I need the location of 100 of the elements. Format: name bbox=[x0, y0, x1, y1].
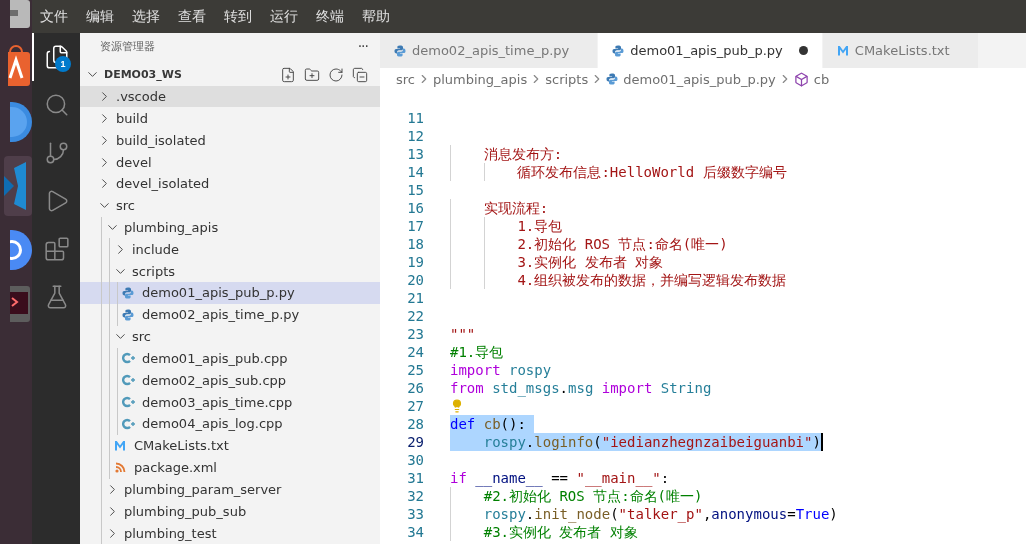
tab-label: demo02_apis_time_p.py bbox=[412, 43, 570, 58]
cmake-file-icon bbox=[836, 45, 849, 56]
code-line: 循环发布信息:HelloWorld 后缀数字编号 bbox=[516, 163, 787, 181]
folder-row[interactable]: plumbing_test bbox=[80, 522, 380, 544]
code-line: """ bbox=[450, 325, 476, 343]
code-line: 实现流程: bbox=[482, 199, 549, 217]
breadcrumb-item[interactable]: cb bbox=[793, 71, 830, 87]
tab-label: demo01_apis_pub_p.py bbox=[630, 43, 783, 58]
file-name: CMakeLists.txt bbox=[134, 438, 229, 454]
line-number: 18 bbox=[406, 236, 424, 252]
file-row[interactable]: package.xml bbox=[80, 456, 380, 479]
cpp-file-icon bbox=[121, 396, 135, 409]
file-row[interactable]: demo02_apis_sub.cpp bbox=[80, 369, 380, 392]
browser-icon[interactable] bbox=[10, 228, 32, 272]
line-number: 30 bbox=[406, 452, 424, 468]
code-line: from std_msgs.msg import String bbox=[450, 379, 712, 397]
folder-row[interactable]: build_isolated bbox=[80, 129, 380, 152]
menu-item[interactable]: 文件 bbox=[34, 7, 74, 26]
folder-name: plumbing_apis bbox=[124, 220, 219, 235]
folder-row[interactable]: devel bbox=[80, 151, 380, 173]
files-icon bbox=[44, 44, 70, 70]
folder-name: plumbing_pub_sub bbox=[124, 503, 247, 519]
code-line: if __name__ == "__main__": bbox=[450, 469, 670, 487]
folder-row[interactable]: src bbox=[80, 325, 380, 348]
code-line: #1.导包 bbox=[450, 343, 504, 361]
file-row[interactable]: demo04_apis_log.cpp bbox=[80, 413, 380, 435]
menu-item[interactable]: 查看 bbox=[172, 7, 212, 26]
line-number: 24 bbox=[406, 344, 424, 360]
folder-row[interactable]: devel_isolated bbox=[80, 172, 380, 195]
file-row[interactable]: demo01_apis_pub_p.py bbox=[80, 282, 380, 304]
menu-item[interactable]: 编辑 bbox=[80, 7, 120, 26]
panel-title: 资源管理器 bbox=[100, 38, 155, 54]
terminal-icon[interactable] bbox=[10, 284, 32, 324]
code-editor-icon[interactable] bbox=[4, 156, 32, 216]
folder-row[interactable]: .vscode bbox=[80, 85, 380, 108]
editor-tab[interactable]: demo02_apis_time_p.py bbox=[380, 33, 599, 68]
folder-name: include bbox=[132, 241, 180, 257]
cmake-file-icon bbox=[114, 440, 126, 452]
folder-name: src bbox=[116, 198, 135, 214]
editor-tab[interactable]: demo01_apis_pub_p.py bbox=[598, 33, 823, 68]
breadcrumb-item[interactable]: demo01_apis_pub_p.py bbox=[606, 71, 776, 87]
line-number: 19 bbox=[406, 254, 424, 270]
line-number: 29 bbox=[406, 434, 424, 450]
code-line: #3.实例化 发布者 对象 bbox=[482, 523, 638, 541]
breadcrumb-item[interactable]: scripts bbox=[545, 71, 589, 87]
shopping-bag-icon[interactable] bbox=[8, 44, 32, 88]
line-number: 12 bbox=[406, 128, 424, 144]
new-file-icon[interactable] bbox=[280, 66, 296, 83]
file-name: package.xml bbox=[134, 460, 217, 476]
file-row[interactable]: demo01_apis_pub.cpp bbox=[80, 347, 380, 370]
workspace-row[interactable]: DEMO03_WS bbox=[80, 63, 380, 86]
file-name: demo02_apis_sub.cpp bbox=[142, 372, 287, 388]
folder-name: src bbox=[132, 329, 151, 345]
code-line: 消息发布方: bbox=[482, 145, 563, 163]
cpp-file-icon bbox=[121, 374, 135, 387]
python-icon bbox=[606, 73, 619, 85]
file-name: demo04_apis_log.cpp bbox=[142, 416, 283, 432]
folder-row[interactable]: scripts bbox=[80, 260, 380, 283]
folder-name: plumbing_test bbox=[124, 525, 217, 541]
code-line: 2.初始化 ROS 节点:命名(唯一) bbox=[516, 235, 728, 253]
menu-item[interactable]: 运行 bbox=[264, 7, 304, 26]
file-row[interactable]: demo02_apis_time_p.py bbox=[80, 303, 380, 326]
breadcrumb-item[interactable]: src bbox=[396, 71, 415, 87]
rss-file-icon bbox=[114, 462, 126, 474]
menu-item[interactable]: 转到 bbox=[218, 7, 258, 26]
workspace-name: DEMO03_WS bbox=[104, 68, 183, 82]
folder-row[interactable]: build bbox=[80, 107, 380, 130]
breadcrumb-item[interactable]: plumbing_apis bbox=[433, 71, 528, 87]
new-folder-icon[interactable] bbox=[304, 66, 320, 83]
file-name: demo02_apis_time_p.py bbox=[142, 307, 300, 323]
python-icon bbox=[612, 44, 625, 57]
folder-row[interactable]: plumbing_pub_sub bbox=[80, 500, 380, 523]
menu-item[interactable]: 终端 bbox=[310, 7, 350, 26]
folder-name: build bbox=[116, 110, 148, 126]
menu-item[interactable]: 帮助 bbox=[356, 7, 396, 26]
more-actions[interactable]: ··· bbox=[357, 38, 368, 55]
code-line: 1.导包 bbox=[516, 217, 563, 235]
file-row[interactable]: CMakeLists.txt bbox=[80, 434, 380, 457]
python-icon bbox=[122, 308, 134, 321]
python-icon bbox=[394, 44, 406, 57]
folder-name: .vscode bbox=[116, 89, 166, 104]
folder-name: scripts bbox=[132, 263, 175, 279]
line-number: 11 bbox=[406, 110, 424, 126]
editor-tab[interactable]: CMakeLists.txt bbox=[822, 33, 979, 68]
code-line: import rospy bbox=[450, 361, 552, 379]
code-line: 4.组织被发布的数据，并编写逻辑发布数据 bbox=[516, 271, 787, 289]
folder-row[interactable]: plumbing_param_server bbox=[80, 478, 380, 501]
line-number: 15 bbox=[406, 182, 424, 198]
folder-name: build_isolated bbox=[116, 132, 206, 148]
menu-item[interactable]: 选择 bbox=[126, 7, 166, 26]
line-number: 31 bbox=[406, 470, 424, 486]
collapse-icon[interactable] bbox=[352, 66, 368, 83]
code-line: rospy.init_node("talker_p",anonymous=True) bbox=[482, 505, 838, 523]
folder-row[interactable]: include bbox=[80, 238, 380, 261]
line-number: 22 bbox=[406, 308, 424, 324]
folder-row[interactable]: src bbox=[80, 194, 380, 217]
folder-name: devel_isolated bbox=[116, 176, 210, 192]
file-row[interactable]: demo03_apis_time.cpp bbox=[80, 391, 380, 414]
folder-row[interactable]: plumbing_apis bbox=[80, 216, 380, 239]
refresh-icon[interactable] bbox=[328, 66, 344, 83]
